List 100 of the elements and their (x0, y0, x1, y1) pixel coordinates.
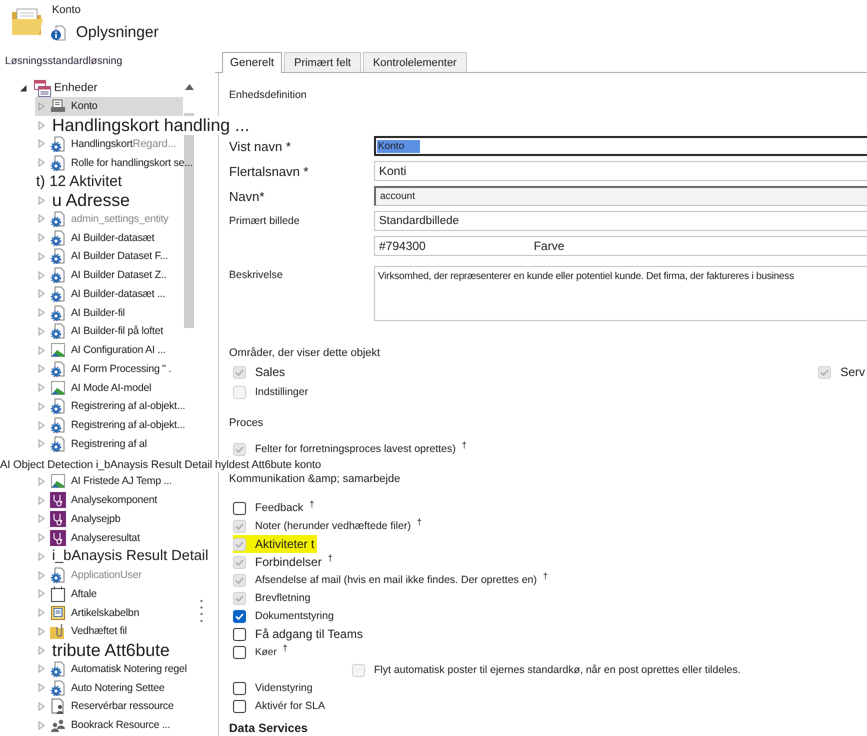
collapse-icon[interactable] (20, 83, 27, 92)
expand-icon[interactable] (38, 533, 45, 542)
dagger-mark: † (462, 440, 467, 450)
tree-item[interactable]: HandlingskortRegard... (35, 134, 183, 154)
paperclip-folder-icon (50, 623, 66, 640)
expand-icon[interactable] (38, 683, 45, 692)
tree-item[interactable]: Aftale (35, 584, 183, 604)
expand-icon[interactable] (38, 364, 45, 374)
checkbox[interactable] (233, 682, 246, 694)
expand-icon[interactable] (38, 420, 45, 430)
tree-item[interactable]: Reservérbar ressource (35, 697, 183, 716)
image-document-icon (50, 342, 66, 358)
checkbox[interactable] (233, 646, 246, 658)
tree-item[interactable]: AI Configuration AI ... (35, 340, 183, 360)
expand-icon[interactable] (38, 196, 45, 205)
expand-icon[interactable] (38, 383, 45, 392)
expand-icon[interactable] (38, 514, 45, 524)
tree-item[interactable]: AI Builder-datasæt (35, 228, 183, 247)
tree-item[interactable]: AI Builder Dataset F... (35, 247, 183, 266)
tree-root-label[interactable]: Løsningsstandardløsning (5, 55, 122, 68)
expand-icon[interactable] (38, 308, 45, 318)
tab[interactable]: Kontrolelementer (362, 52, 467, 72)
expand-icon[interactable] (38, 289, 45, 298)
expand-icon[interactable] (38, 570, 45, 580)
gear-document-icon (50, 417, 66, 434)
stacked-windows-icon (33, 78, 51, 96)
tree-item[interactable]: AI Fristede AJ Temp ... (35, 472, 183, 491)
tree-item[interactable]: admin_settings_entity (35, 210, 183, 228)
expand-icon[interactable] (38, 270, 45, 280)
tree-item[interactable]: Analysejpb (35, 510, 183, 528)
tree-item[interactable]: AI Object Detection i_bAnaysis Result Detail hyldest Att6bute konto (0, 459, 322, 472)
person-document-icon (50, 698, 66, 714)
expand-icon[interactable] (38, 139, 45, 148)
expand-icon[interactable] (38, 326, 45, 336)
expand-icon[interactable] (38, 402, 45, 411)
tree-item[interactable]: AI Builder-fil (35, 303, 183, 322)
expand-icon[interactable] (38, 720, 45, 730)
expand-icon[interactable] (38, 476, 45, 486)
stethoscope-tile-icon (50, 492, 66, 508)
tree-item[interactable]: AI Form Processing " . (35, 360, 183, 378)
checkbox-option[interactable]: Få adgang til Teams (233, 625, 363, 643)
tree-item[interactable]: ApplicationUser (35, 566, 183, 584)
textarea-field[interactable]: Virksomhed, der repræsenterer en kunde eller potentiel kunde. Det firma, der faktureres i business (374, 266, 867, 321)
expand-icon[interactable] (38, 439, 45, 448)
expand-icon[interactable] (38, 608, 45, 618)
expand-icon[interactable] (38, 233, 45, 242)
tab[interactable]: Primært felt (284, 52, 361, 72)
section-title: Data Services (229, 722, 308, 734)
input-field[interactable]: Standardbillede (374, 211, 867, 231)
input-field[interactable]: Konti (374, 161, 867, 181)
tree-item[interactable]: Vedhæftet fil (35, 622, 183, 641)
checkbox[interactable] (233, 628, 246, 640)
expand-icon[interactable] (38, 214, 45, 224)
tree-item[interactable]: AI Builder-datasæt ... (35, 284, 183, 304)
expand-icon[interactable] (38, 664, 45, 674)
checkbox-option[interactable]: Dokumentstyring (233, 607, 334, 625)
tree-item[interactable]: Registrering af al (35, 434, 183, 454)
tree-item[interactable]: Analyseresultat (35, 528, 183, 547)
tree-item[interactable]: AI Builder Dataset Z.. (35, 266, 183, 284)
tree-item[interactable]: Registrering af al-objekt... (35, 397, 186, 416)
expand-icon[interactable] (38, 626, 45, 636)
expand-icon[interactable] (38, 646, 45, 655)
expand-icon[interactable] (38, 496, 45, 505)
expand-icon[interactable] (38, 589, 45, 598)
expand-icon[interactable] (38, 120, 45, 130)
tree-item[interactable]: Bookrack Resource ... (35, 716, 183, 734)
expand-icon[interactable] (38, 158, 45, 168)
expand-icon[interactable] (38, 346, 45, 355)
stethoscope-tile-icon (50, 530, 66, 546)
tree-item[interactable]: Automatisk Notering regel (35, 660, 187, 678)
tab[interactable]: Generelt (222, 52, 282, 73)
gear-document-icon (50, 360, 66, 377)
tree-item[interactable]: AI Mode AI-model (35, 378, 183, 397)
expand-icon[interactable] (38, 102, 45, 111)
expand-icon[interactable] (38, 252, 45, 261)
tree-item[interactable]: Konto (35, 97, 183, 116)
input-field[interactable]: Konto (374, 136, 867, 156)
tree-item[interactable]: Analysekomponent (35, 490, 183, 510)
expand-icon[interactable] (38, 552, 45, 561)
checkbox[interactable] (233, 610, 246, 622)
scroll-up-icon[interactable] (184, 84, 194, 90)
splitter-grip-icon[interactable] (200, 600, 203, 622)
tree-item[interactable]: Rolle for handlingskort se... (35, 153, 192, 172)
checkbox[interactable] (233, 700, 246, 712)
tree-item[interactable]: Enheder (0, 78, 183, 97)
checkbox-option[interactable]: Aktivér for SLA (233, 697, 326, 715)
tree-item[interactable]: AI Builder-fil på loftet (35, 322, 183, 341)
gear-document-icon (50, 136, 66, 152)
checkbox-option[interactable]: Videnstyring (233, 679, 313, 697)
checkbox-option[interactable]: Feedback † (233, 499, 314, 517)
tree-item[interactable]: Artikelskabelbn (35, 603, 183, 622)
checkbox-option[interactable]: Køer † (233, 643, 288, 661)
checkbox[interactable] (233, 502, 246, 514)
dagger-mark: † (542, 571, 548, 581)
gear-document-icon (50, 567, 66, 584)
dagger-mark: † (416, 517, 422, 527)
tree-item[interactable]: Auto Notering Settee (35, 678, 183, 697)
tree-item[interactable]: Registrering af al-objekt... (35, 416, 186, 434)
color-field[interactable]: #794300 Farve (374, 236, 867, 256)
expand-icon[interactable] (38, 702, 45, 711)
